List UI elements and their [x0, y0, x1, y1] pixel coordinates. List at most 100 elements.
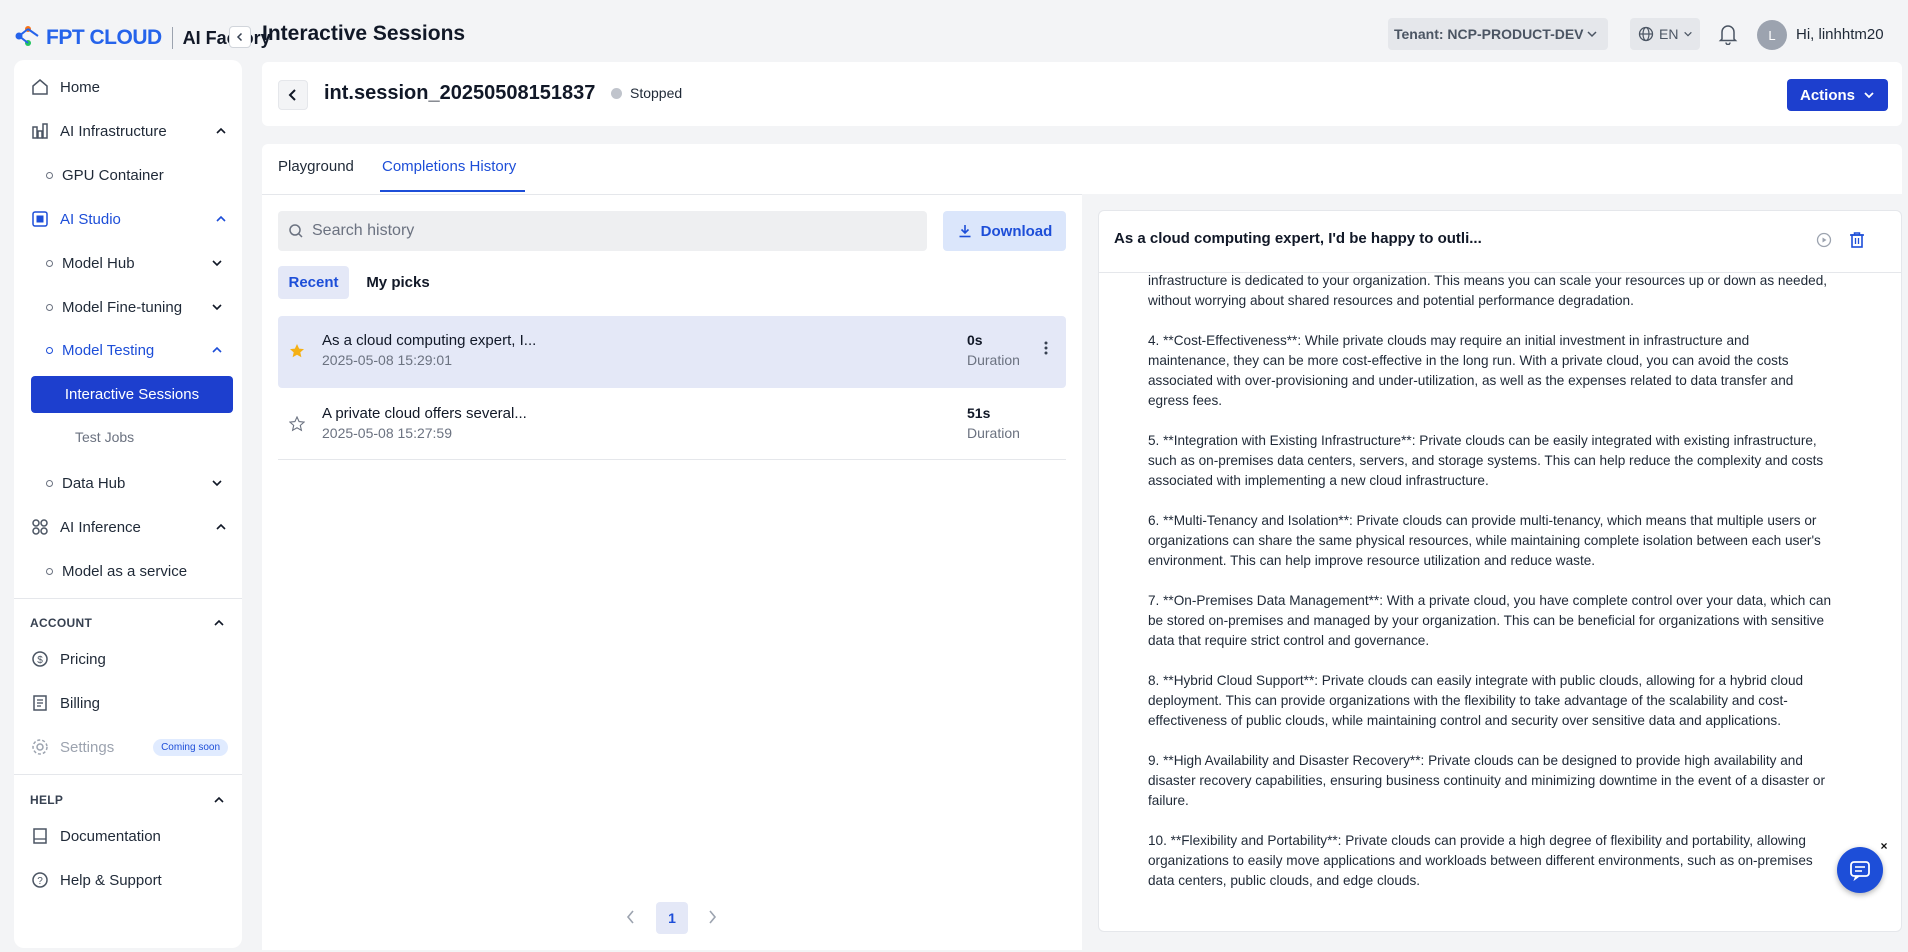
tenant-label: Tenant: NCP-PRODUCT-DEV — [1394, 26, 1584, 42]
back-button[interactable] — [278, 80, 308, 110]
section-label: ACCOUNT — [30, 616, 93, 630]
search-input[interactable]: Search history — [278, 211, 927, 251]
sidebar-label: Help & Support — [60, 871, 162, 889]
history-duration: 51s — [967, 405, 991, 421]
sidebar-item-ai-inference[interactable]: AI Inference — [30, 509, 228, 545]
completion-paragraph: 8. **Hybrid Cloud Support**: Private clo… — [1148, 673, 1804, 728]
sidebar-item-billing[interactable]: Billing — [30, 685, 228, 721]
history-title: As a cloud computing expert, I... — [322, 332, 537, 349]
sidebar-label: Model as a service — [62, 562, 188, 580]
star-filled-icon[interactable] — [289, 343, 305, 363]
download-button[interactable]: Download — [943, 211, 1066, 251]
receipt-icon — [30, 693, 50, 713]
sidebar-item-model-as-service[interactable]: Model as a service — [46, 553, 236, 589]
chevron-down-icon — [1684, 31, 1693, 37]
sidebar-label: Home — [60, 78, 101, 96]
sidebar-item-home[interactable]: Home — [30, 69, 228, 105]
sidebar-divider — [14, 774, 242, 775]
notification-bell-icon[interactable] — [1718, 23, 1738, 49]
chip-my-picks[interactable]: My picks — [358, 266, 438, 299]
collapse-sidebar-button[interactable] — [229, 26, 251, 48]
status-label: Stopped — [630, 85, 683, 101]
actions-button[interactable]: Actions — [1787, 79, 1888, 111]
sidebar-label: Model Fine-tuning — [62, 298, 183, 316]
home-icon — [30, 77, 50, 97]
studio-icon — [30, 209, 50, 229]
sidebar-item-pricing[interactable]: $ Pricing — [30, 641, 228, 677]
history-row[interactable]: As a cloud computing expert, I... 2025-0… — [278, 316, 1066, 388]
sidebar-item-help-support[interactable]: ? Help & Support — [30, 862, 228, 898]
sidebar-label: Pricing — [60, 650, 106, 668]
history-title: A private cloud offers several... — [322, 405, 527, 422]
sidebar-divider — [14, 598, 242, 599]
document-icon — [30, 826, 50, 846]
sidebar-item-data-hub[interactable]: Data Hub — [46, 465, 236, 501]
sidebar-item-ai-studio[interactable]: AI Studio — [30, 201, 228, 237]
session-name: int.session_20250508151837 — [324, 82, 596, 104]
history-duration-label: Duration — [967, 352, 1020, 368]
chip-recent[interactable]: Recent — [278, 266, 349, 299]
sidebar-label: Model Hub — [62, 254, 135, 272]
pager-next-icon[interactable] — [705, 909, 719, 929]
sidebar-item-ai-infrastructure[interactable]: AI Infrastructure — [30, 113, 228, 149]
globe-icon — [1638, 26, 1654, 42]
chevron-down-icon — [1587, 31, 1597, 38]
sidebar-item-gpu-container[interactable]: GPU Container — [46, 157, 236, 193]
status-badge: Stopped — [611, 85, 682, 101]
tab-playground[interactable]: Playground — [278, 158, 354, 175]
language-selector[interactable]: EN — [1630, 18, 1700, 50]
trash-icon[interactable] — [1849, 231, 1865, 253]
avatar[interactable]: L — [1757, 20, 1787, 50]
chevron-left-icon — [236, 32, 243, 42]
chat-icon — [1850, 861, 1870, 882]
bullet-icon — [46, 479, 53, 487]
completion-paragraph: 9. **High Availability and Disaster Reco… — [1148, 753, 1826, 808]
sidebar-item-settings: Settings Coming soon — [30, 729, 228, 765]
history-duration-label: Duration — [967, 425, 1020, 441]
section-account[interactable]: ACCOUNT — [30, 616, 226, 630]
more-vertical-icon[interactable] — [1043, 340, 1049, 360]
close-chat-icon[interactable]: × — [1876, 838, 1892, 854]
chevron-down-icon — [1864, 92, 1874, 99]
sidebar-item-model-finetuning[interactable]: Model Fine-tuning — [46, 289, 236, 325]
section-help[interactable]: HELP — [30, 793, 226, 807]
pager-page-1[interactable]: 1 — [656, 902, 688, 934]
history-panel — [262, 194, 1082, 950]
completion-paragraph: 5. **Integration with Existing Infrastru… — [1148, 433, 1824, 488]
star-outline-icon[interactable] — [288, 415, 306, 436]
download-label: Download — [980, 222, 1053, 240]
tab-completions-history[interactable]: Completions History — [382, 158, 516, 175]
pager-prev-icon[interactable] — [624, 909, 638, 929]
download-icon — [959, 225, 971, 238]
bullet-icon — [46, 346, 53, 354]
chevron-up-icon — [216, 215, 226, 222]
tenant-selector[interactable]: Tenant: NCP-PRODUCT-DEV — [1388, 18, 1608, 50]
completion-paragraph: 7. **On-Premises Data Management**: With… — [1148, 593, 1832, 648]
chevron-up-icon — [212, 346, 222, 353]
sidebar-item-model-hub[interactable]: Model Hub — [46, 245, 236, 281]
sidebar-item-documentation[interactable]: Documentation — [30, 818, 228, 854]
bullet-icon — [46, 567, 53, 575]
user-greeting[interactable]: Hi, linhhtm20 — [1796, 26, 1884, 43]
section-label: HELP — [30, 793, 64, 807]
actions-label: Actions — [1799, 86, 1855, 104]
sidebar-item-test-jobs[interactable]: Test Jobs — [75, 429, 134, 445]
sidebar-item-interactive-sessions[interactable]: Interactive Sessions — [31, 376, 233, 413]
arrow-left-icon — [288, 89, 296, 101]
play-circle-icon[interactable] — [1816, 232, 1832, 252]
search-icon — [289, 224, 303, 238]
bullet-icon — [46, 259, 53, 267]
completion-paragraph: 4. **Cost-Effectiveness**: While private… — [1148, 333, 1794, 408]
gear-icon — [30, 737, 50, 757]
completion-title: As a cloud computing expert, I'd be happ… — [1114, 230, 1482, 247]
chat-support-button[interactable] — [1837, 847, 1883, 893]
completion-paragraph: 3. **Scalability and Performance**: Priv… — [1148, 273, 1828, 308]
completion-paragraph: 10. **Flexibility and Portability**: Pri… — [1148, 833, 1813, 888]
history-row[interactable]: A private cloud offers several... 2025-0… — [278, 389, 1066, 461]
chevron-up-icon — [214, 796, 224, 803]
sidebar-panel — [14, 60, 242, 948]
completion-paragraph: 6. **Multi-Tenancy and Isolation**: Priv… — [1148, 513, 1821, 568]
history-date: 2025-05-08 15:27:59 — [322, 425, 452, 441]
sidebar-item-model-testing[interactable]: Model Testing — [46, 332, 236, 368]
bullet-icon — [46, 171, 53, 179]
